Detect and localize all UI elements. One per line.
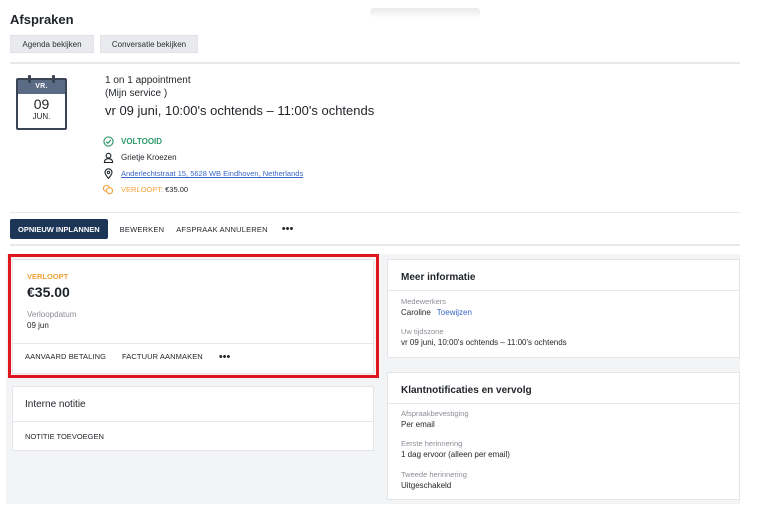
more-actions-button[interactable]: ••• bbox=[282, 224, 294, 235]
status-badge: VOLTOOID bbox=[121, 136, 163, 146]
confirmation-value: Per email bbox=[401, 420, 435, 429]
page-title: Afspraken bbox=[10, 12, 74, 27]
appointment-datetime: vr 09 juni, 10:00's ochtends – 11:00's o… bbox=[105, 103, 375, 118]
first-reminder-value: 1 dag ervoor (alleen per email) bbox=[401, 450, 510, 459]
assign-link[interactable]: Toewijzen bbox=[437, 308, 472, 317]
calendar-date-icon: VR. 09 JUN. bbox=[16, 75, 67, 130]
appointment-service: (Mijn service ) bbox=[105, 88, 168, 99]
due-row: VERLOOPT: €35.00 bbox=[101, 182, 188, 196]
edit-button[interactable]: BEWERKEN bbox=[120, 225, 165, 234]
cancel-appointment-button[interactable]: AFSPRAAK ANNULEREN bbox=[176, 225, 268, 234]
person-row: Grietje Kroezen bbox=[101, 150, 177, 164]
calendar-ring-right bbox=[52, 75, 55, 83]
customer-notifications-card: Klantnotificaties en vervolg Afspraakbev… bbox=[387, 372, 740, 500]
note-divider bbox=[13, 421, 373, 422]
header-divider bbox=[10, 62, 740, 64]
second-reminder-value: Uitgeschakeld bbox=[401, 481, 452, 490]
staff-row: Caroline Toewijzen bbox=[401, 308, 472, 317]
confirmation-label: Afspraakbevestiging bbox=[401, 409, 469, 418]
customer-name[interactable]: Grietje Kroezen bbox=[121, 153, 177, 162]
notifications-divider bbox=[388, 403, 739, 404]
view-conversation-button[interactable]: Conversatie bekijken bbox=[100, 35, 198, 53]
timezone-value: vr 09 juni, 10:00's ochtends – 11:00's o… bbox=[401, 338, 567, 347]
calendar-day: 09 bbox=[33, 96, 50, 112]
first-reminder-label: Eerste herinnering bbox=[401, 439, 463, 448]
notifications-title: Klantnotificaties en vervolg bbox=[401, 385, 532, 396]
highlight-box bbox=[8, 254, 379, 378]
reschedule-button[interactable]: OPNIEUW INPLANNEN bbox=[10, 219, 108, 239]
address-link[interactable]: Anderlechtstraat 15, 5628 WB Eindhoven, … bbox=[121, 169, 303, 178]
staff-value: Caroline bbox=[401, 308, 431, 317]
person-icon bbox=[101, 150, 115, 164]
address-row: Anderlechtstraat 15, 5628 WB Eindhoven, … bbox=[101, 166, 303, 180]
calendar-ring-left bbox=[28, 75, 31, 83]
internal-note-card: Interne notitie NOTITIE TOEVOEGEN bbox=[12, 386, 374, 451]
internal-note-title: Interne notitie bbox=[25, 399, 86, 410]
status-row: VOLTOOID bbox=[101, 134, 162, 148]
top-fade-decoration bbox=[370, 8, 480, 18]
calendar-month: JUN. bbox=[32, 112, 51, 121]
calendar-weekday: VR. bbox=[18, 80, 65, 94]
appointment-action-bar: OPNIEUW INPLANNEN BEWERKEN AFSPRAAK ANNU… bbox=[10, 219, 293, 239]
staff-label: Medewerkers bbox=[401, 297, 447, 306]
timezone-label: Uw tijdszone bbox=[401, 327, 444, 336]
more-info-title: Meer informatie bbox=[401, 272, 476, 283]
map-pin-icon bbox=[101, 166, 115, 180]
add-note-button[interactable]: NOTITIE TOEVOEGEN bbox=[25, 432, 104, 441]
more-info-card: Meer informatie Medewerkers Caroline Toew… bbox=[387, 259, 740, 358]
more-info-divider bbox=[388, 290, 739, 291]
second-reminder-label: Tweede herinnering bbox=[401, 470, 467, 479]
details-divider bbox=[10, 212, 740, 213]
coins-icon bbox=[101, 182, 115, 196]
check-circle-icon bbox=[101, 134, 115, 148]
due-label: VERLOOPT: bbox=[121, 184, 164, 194]
due-amount: €35.00 bbox=[165, 184, 189, 194]
view-agenda-button[interactable]: Agenda bekijken bbox=[10, 35, 94, 53]
action-bar-divider bbox=[10, 244, 740, 246]
appointment-name: 1 on 1 appointment bbox=[105, 75, 191, 86]
